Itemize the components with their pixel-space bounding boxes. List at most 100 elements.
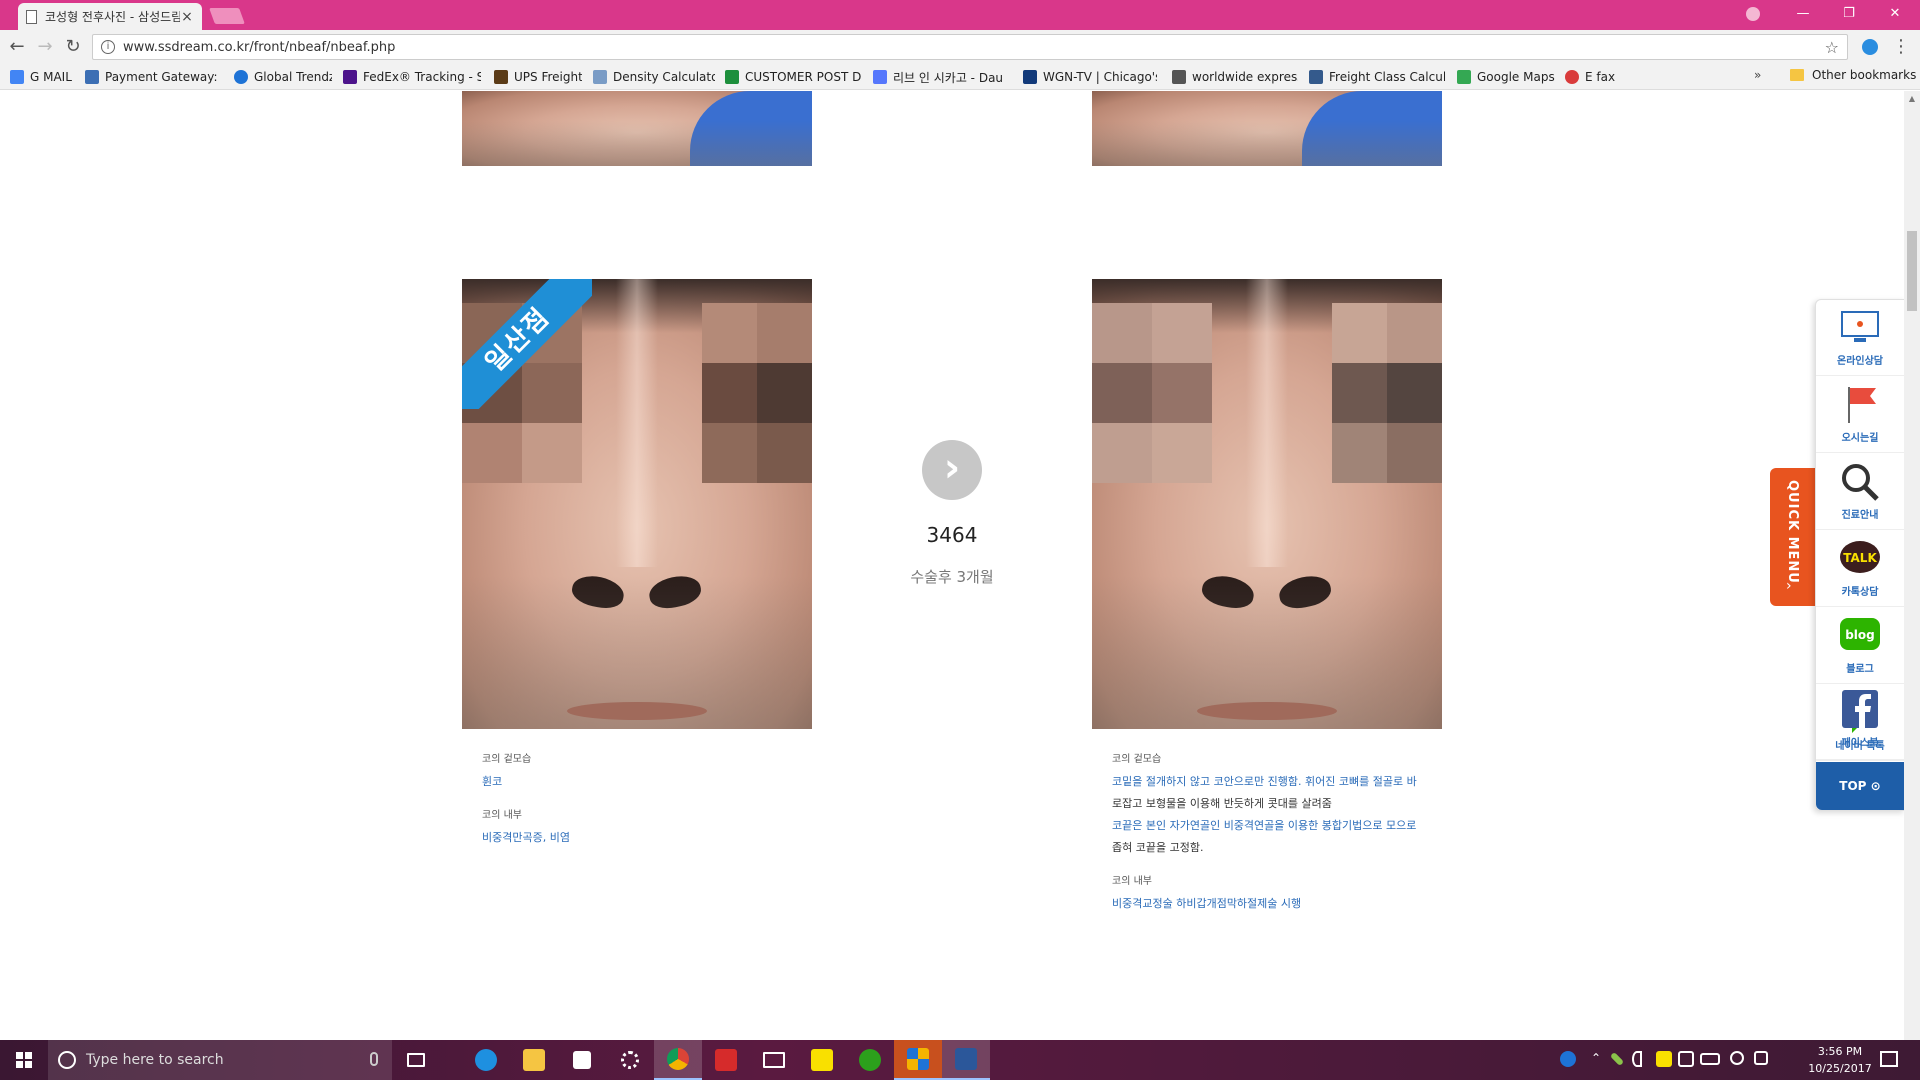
task-view-icon <box>407 1053 425 1067</box>
quick-menu-online-consult[interactable]: 온라인상담 <box>1816 300 1904 376</box>
bookmark-global-trendz[interactable]: Global Trendz <box>234 68 332 86</box>
start-button[interactable] <box>0 1040 48 1080</box>
close-circle-icon[interactable] <box>1730 1051 1744 1065</box>
network-icon[interactable] <box>1678 1051 1694 1067</box>
tab-title: 코성형 전후사진 - 삼성드림 <box>45 10 180 24</box>
bookmark-wgn-tv[interactable]: WGN-TV | Chicago's <box>1023 68 1157 86</box>
quick-menu-treatment-info[interactable]: 진료안내 <box>1816 454 1904 530</box>
bookmark-star-icon[interactable]: ☆ <box>1825 38 1839 57</box>
browser-titlebar: 코성형 전후사진 - 삼성드림 × — ❐ ✕ <box>0 0 1920 30</box>
quick-menu-directions[interactable]: 오시는길 <box>1816 377 1904 453</box>
branch-ribbon-label: 일산점 <box>462 279 592 409</box>
forward-arrow-icon[interactable]: → <box>34 36 56 58</box>
taskbar-search-box[interactable]: Type here to search <box>48 1040 392 1080</box>
svg-text:blog: blog <box>1845 628 1875 642</box>
bookmark-ups-freight[interactable]: UPS Freight <box>494 68 582 86</box>
before-interior-value: 비중격만곡증, 비염 <box>482 831 570 844</box>
chrome-icon <box>667 1048 689 1070</box>
before-photo[interactable]: 일산점 <box>462 279 812 729</box>
after-photo-previous[interactable] <box>1092 91 1442 166</box>
mail-icon <box>763 1052 785 1068</box>
edge-icon <box>475 1049 497 1071</box>
after-exterior-line-3: 코끝은 본인 자가연골인 비중격연골을 이용한 봉합기법으로 모으로 <box>1112 819 1417 832</box>
close-window-button[interactable]: ✕ <box>1872 0 1918 30</box>
quick-menu-blog[interactable]: blog 블로그 <box>1816 608 1904 684</box>
bookmark-live-in-chicago[interactable]: 리브 인 시카고 - Dau <box>873 68 1009 86</box>
pen-icon[interactable] <box>1609 1051 1625 1067</box>
blurred-eye-right <box>1332 303 1442 483</box>
reload-icon[interactable]: ↻ <box>62 36 84 58</box>
taskbar-kakaotalk[interactable] <box>798 1040 846 1080</box>
taskbar-clock[interactable]: 3:56 PM 10/25/2017 <box>1800 1043 1880 1077</box>
facebook-icon <box>1842 690 1878 728</box>
bookmark-freight-class[interactable]: Freight Class Calculat <box>1309 68 1445 86</box>
quick-menu-tab[interactable]: QUICK MENU › <box>1770 468 1816 606</box>
site-info-icon[interactable]: i <box>101 40 115 54</box>
task-view-button[interactable] <box>392 1040 440 1080</box>
taskbar-settings[interactable] <box>606 1040 654 1080</box>
bookmark-customer-post[interactable]: CUSTOMER POST DA <box>725 68 861 86</box>
after-exterior-label: 코의 겉모습 <box>1112 754 1162 765</box>
branch-ribbon: 일산점 <box>462 279 592 409</box>
after-exterior-line-4: 좁혀 코끝을 고정함. <box>1112 841 1204 854</box>
address-bar[interactable]: i www.ssdream.co.kr/front/nbeaf/nbeaf.ph… <box>92 34 1848 60</box>
microphone-icon[interactable] <box>370 1052 378 1066</box>
ime-icon[interactable] <box>1754 1051 1768 1065</box>
before-photo-previous[interactable] <box>462 91 812 166</box>
efax-icon <box>1565 70 1579 84</box>
clock-date: 10/25/2017 <box>1808 1062 1872 1075</box>
chevron-right-icon[interactable]: › <box>922 440 982 500</box>
bookmark-gmail[interactable]: G MAIL <box>10 68 76 86</box>
taskbar-security-shield[interactable] <box>894 1040 942 1080</box>
quick-menu-kakao-talk[interactable]: TALK 카톡상담 <box>1816 531 1904 607</box>
bookmark-google-maps[interactable]: Google Maps <box>1457 68 1557 86</box>
chevron-up-icon[interactable]: ⌃ <box>1588 1051 1604 1067</box>
svg-text:TALK: TALK <box>1843 551 1877 565</box>
more-bookmarks-button[interactable]: » <box>1754 68 1761 82</box>
bookmark-payment-gateway[interactable]: Payment Gateway: Ac <box>85 68 221 86</box>
bookmark-density-calculator[interactable]: Density Calculator <box>593 68 715 86</box>
scroll-top-button[interactable]: TOP ⊙ <box>1816 762 1904 810</box>
kakao-tray-icon[interactable] <box>1656 1051 1672 1067</box>
other-bookmarks-folder[interactable]: Other bookmarks <box>1790 68 1916 82</box>
taskbar-chrome[interactable] <box>654 1040 702 1080</box>
scroll-thumb[interactable] <box>1907 231 1917 311</box>
calculator-icon <box>1309 70 1323 84</box>
taskbar-mail[interactable] <box>750 1040 798 1080</box>
bookmark-worldwide-express[interactable]: worldwide express <box>1172 68 1298 86</box>
after-exterior-line-1: 코밑을 절개하지 않고 코안으로만 진행함. 휘어진 코뼈를 절골로 바 <box>1112 775 1417 788</box>
scroll-up-arrow-icon[interactable]: ▲ <box>1904 91 1920 107</box>
after-photo[interactable] <box>1092 279 1442 729</box>
taskbar-edge[interactable] <box>462 1040 510 1080</box>
bookmarks-bar: G MAIL Payment Gateway: Ac Global Trendz… <box>0 64 1920 90</box>
taskbar-acrobat[interactable] <box>702 1040 750 1080</box>
action-center-icon[interactable] <box>1880 1051 1898 1067</box>
after-exterior-line-2: 로잡고 보형물을 이용해 반듯하게 콧대를 살려줌 <box>1112 797 1332 810</box>
taskbar-store[interactable] <box>558 1040 606 1080</box>
keyboard-icon[interactable] <box>1700 1053 1720 1065</box>
quick-menu-facebook[interactable]: 페이스북 <box>1816 682 1904 760</box>
cortana-icon <box>58 1051 76 1069</box>
profile-icon[interactable] <box>1730 0 1776 30</box>
extension-download-icon[interactable] <box>1862 39 1878 55</box>
chrome-menu-icon[interactable]: ⋮ <box>1892 36 1910 58</box>
help-icon[interactable] <box>1560 1051 1576 1067</box>
bookmark-fedex-tracking[interactable]: FedEx® Tracking - Sh <box>343 68 481 86</box>
magnifier-icon <box>1842 464 1879 501</box>
browser-tab[interactable]: 코성형 전후사진 - 삼성드림 × <box>18 3 202 30</box>
url-text[interactable]: www.ssdream.co.kr/front/nbeaf/nbeaf.php <box>123 40 1825 55</box>
volume-icon[interactable] <box>1632 1051 1642 1067</box>
blurred-eye-right <box>702 303 812 483</box>
minimize-button[interactable]: — <box>1780 0 1826 30</box>
restore-button[interactable]: ❐ <box>1826 0 1872 30</box>
page-scrollbar[interactable]: ▲ <box>1904 91 1920 1040</box>
wgn-icon <box>1023 70 1037 84</box>
new-tab-button[interactable] <box>209 8 245 24</box>
taskbar-quickbooks[interactable] <box>846 1040 894 1080</box>
taskbar-word[interactable] <box>942 1040 990 1080</box>
tab-close-icon[interactable]: × <box>180 9 194 25</box>
taskbar-file-explorer[interactable] <box>510 1040 558 1080</box>
bookmark-efax[interactable]: E fax <box>1565 68 1625 86</box>
sheets-icon <box>725 70 739 84</box>
back-arrow-icon[interactable]: ← <box>6 36 28 58</box>
